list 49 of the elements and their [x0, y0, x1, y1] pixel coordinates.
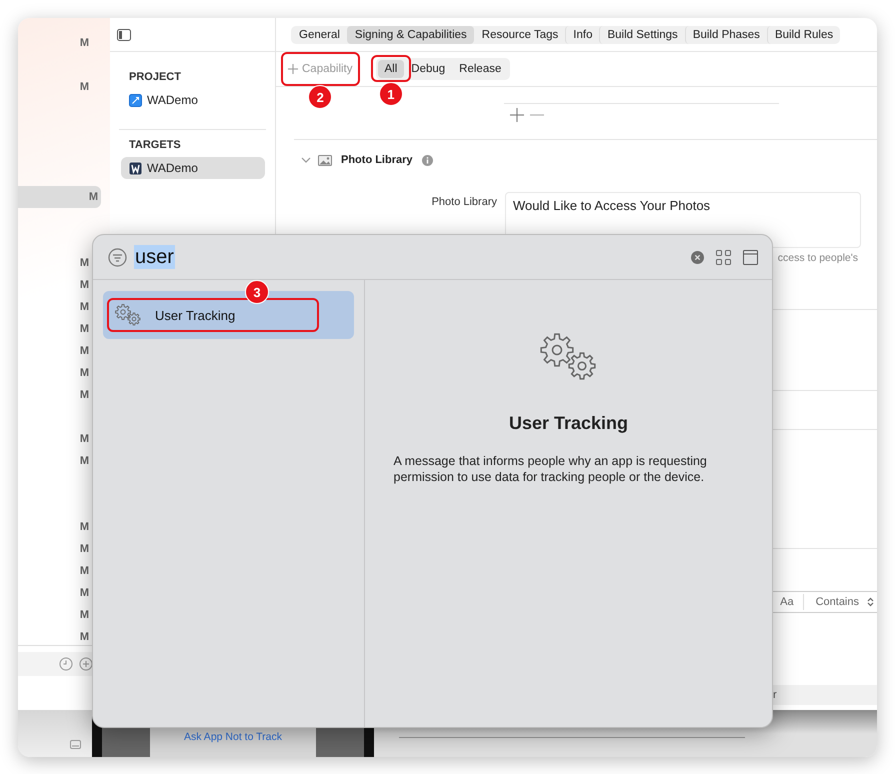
- ask-not-to-track-link[interactable]: Ask App Not to Track: [184, 731, 282, 743]
- configuration-tab[interactable]: Debug: [404, 60, 452, 78]
- match-case-toggle[interactable]: Aa: [776, 594, 804, 610]
- file-row[interactable]: M: [18, 32, 101, 54]
- status-text: r: [773, 689, 777, 701]
- modified-mark: M: [80, 631, 89, 643]
- modified-mark: M: [80, 279, 89, 291]
- field-label: Photo Library: [430, 195, 497, 210]
- modified-mark: M: [80, 257, 89, 269]
- modified-mark: M: [80, 455, 89, 467]
- step-number-badge: 3: [245, 280, 269, 304]
- match-mode-dropdown[interactable]: Contains: [804, 594, 877, 610]
- section-title: Photo Library: [341, 154, 413, 166]
- add-capability-button[interactable]: Capability: [286, 61, 354, 77]
- configuration-tab[interactable]: All: [378, 60, 404, 78]
- modified-mark: M: [88, 191, 98, 203]
- modified-mark: M: [80, 543, 89, 555]
- modified-mark: M: [80, 433, 89, 445]
- navigator-item[interactable]: WADemo: [121, 89, 265, 111]
- modified-mark: M: [80, 587, 89, 599]
- section-heading: TARGETS: [128, 138, 182, 153]
- editor-tab[interactable]: General: [291, 26, 347, 44]
- modified-mark: M: [80, 345, 89, 357]
- hint-text: ccess to people's: [778, 252, 859, 264]
- modified-mark: M: [80, 609, 89, 621]
- editor-tab[interactable]: Info: [565, 26, 600, 44]
- editor-tab[interactable]: Resource Tags: [474, 26, 566, 44]
- step-number-badge: 2: [308, 85, 332, 109]
- step-number-badge: 1: [378, 82, 403, 106]
- editor-tab[interactable]: Signing & Capabilities: [346, 26, 474, 44]
- modified-mark: M: [80, 301, 89, 313]
- modified-mark: M: [80, 389, 89, 401]
- editor-tab[interactable]: Build Settings: [599, 26, 685, 44]
- modified-mark: M: [80, 367, 89, 379]
- modified-mark: M: [80, 323, 89, 335]
- modified-mark: M: [80, 565, 89, 577]
- navigator-item[interactable]: WADemo: [121, 157, 265, 179]
- capability-description: A message that informs people why an app is requesting permission to use data for tracking people or the device.: [394, 453, 708, 485]
- modified-mark: M: [80, 81, 89, 93]
- file-row[interactable]: M: [18, 76, 101, 98]
- configuration-tab[interactable]: Release: [452, 60, 508, 78]
- editor-tab[interactable]: Build Rules: [766, 26, 840, 44]
- file-row[interactable]: M: [18, 186, 101, 208]
- section-heading: PROJECT: [128, 70, 182, 85]
- editor-tab[interactable]: Build Phases: [684, 26, 767, 44]
- capability-title: User Tracking: [508, 413, 628, 434]
- modified-mark: M: [80, 521, 89, 533]
- search-query[interactable]: user: [134, 245, 175, 269]
- modified-mark: M: [80, 37, 89, 49]
